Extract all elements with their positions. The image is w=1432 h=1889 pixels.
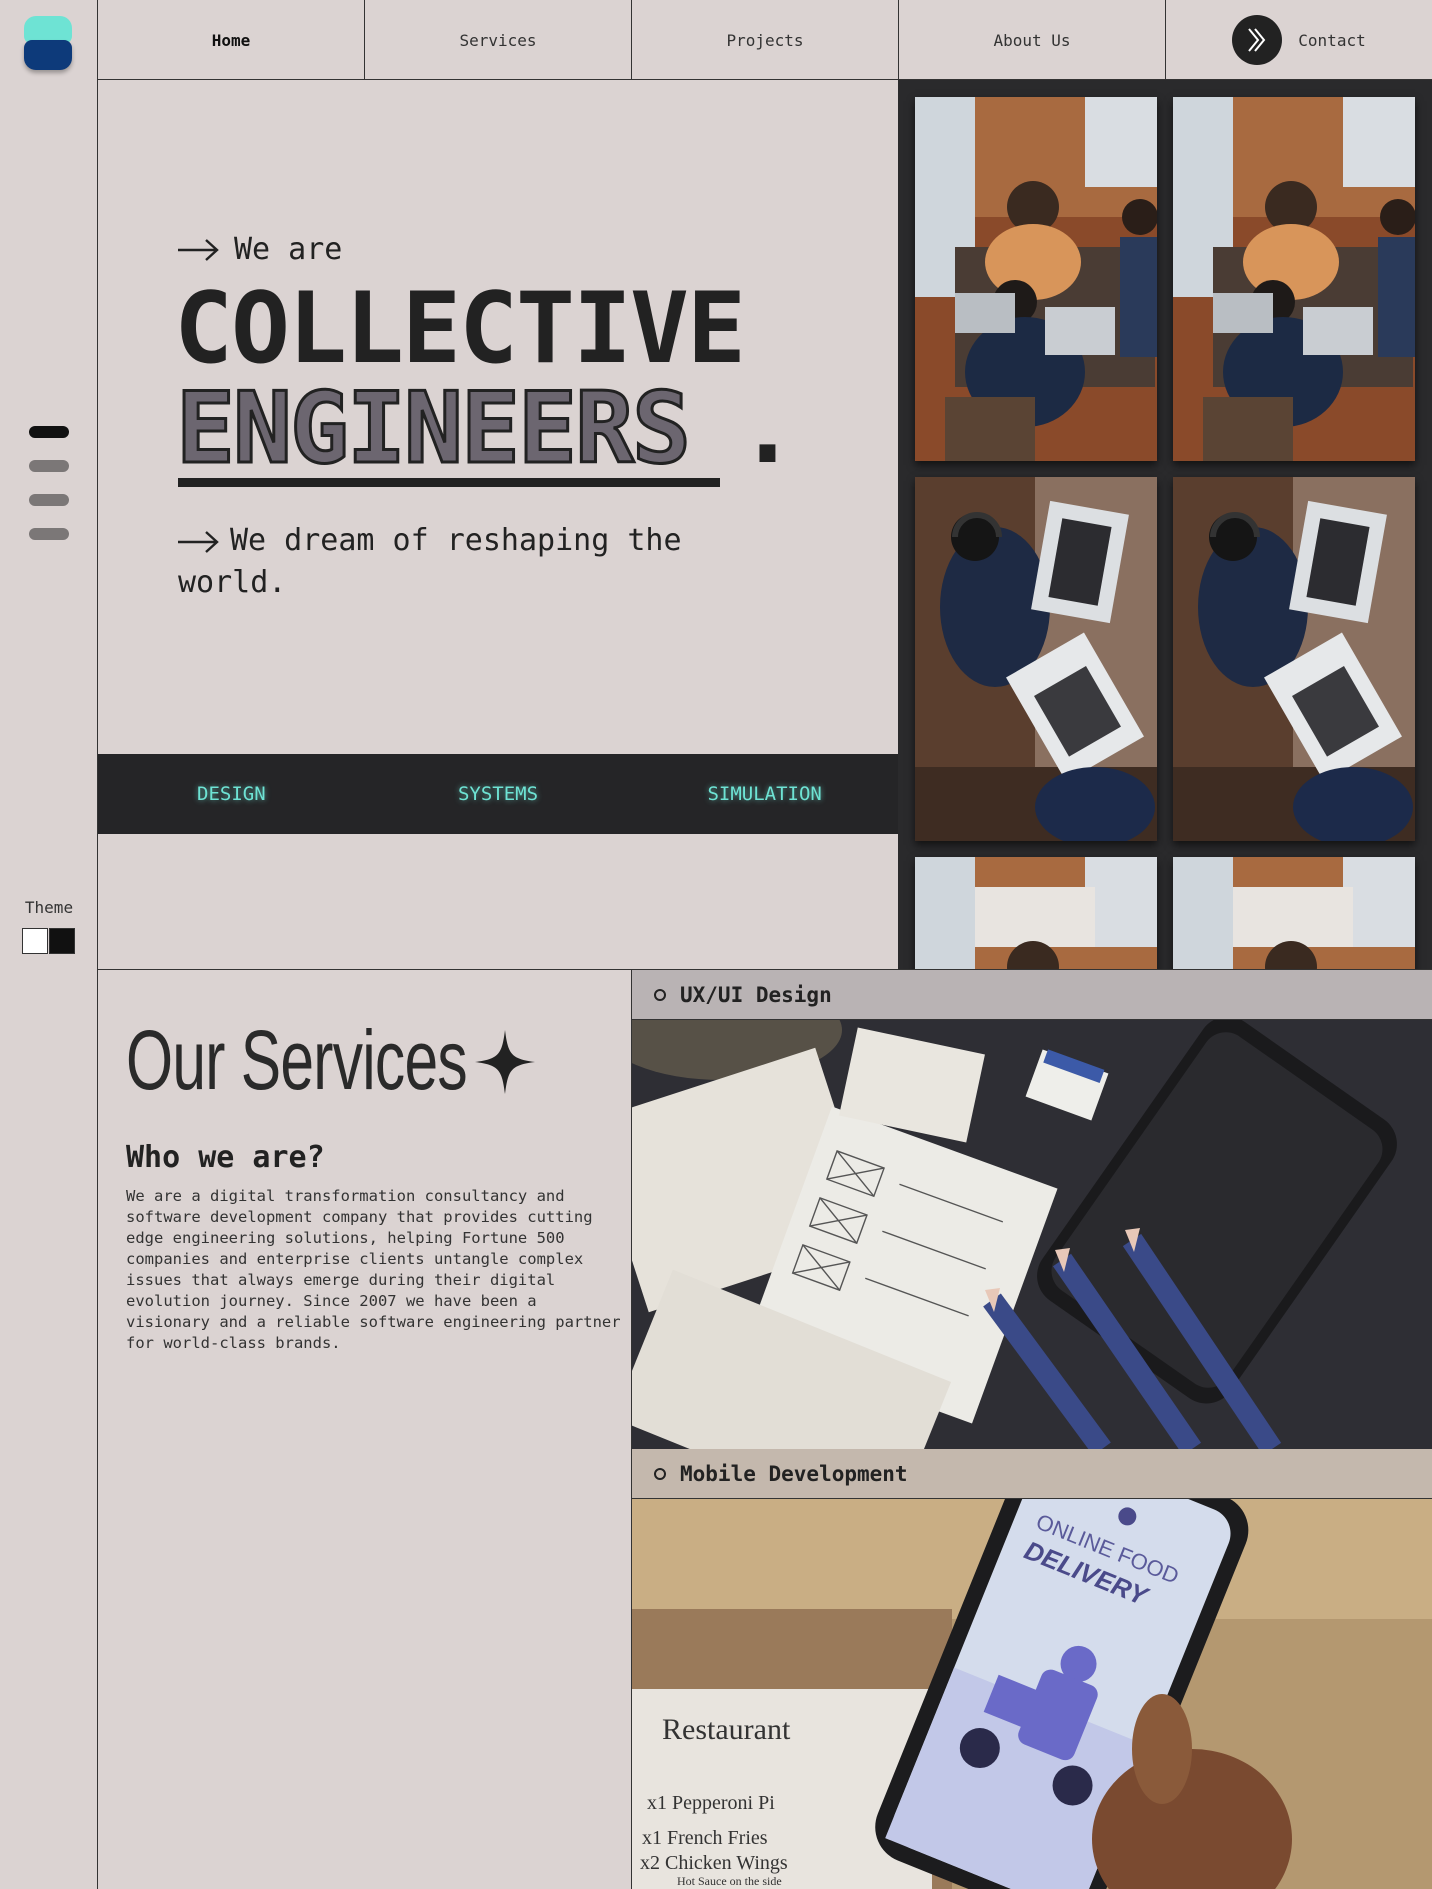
contact-chevron-icon: [1232, 15, 1283, 65]
receipt-line-2: x1 French Fries: [642, 1827, 768, 1849]
nav-projects-label: Projects: [726, 30, 804, 50]
service-card-uxui-image: [632, 1020, 1432, 1449]
headline-dot: .: [738, 372, 798, 486]
pager-dot-3[interactable]: [29, 494, 69, 506]
nav-contact-label: Contact: [1298, 30, 1366, 50]
brand-logo[interactable]: [24, 16, 74, 71]
who-we-are-body: We are a digital transformation consulta…: [126, 1187, 621, 1352]
receipt-restaurant: Restaurant: [662, 1713, 791, 1746]
theme-dark-swatch[interactable]: [49, 928, 75, 954]
receipt-line-1: x1 Pepperoni Pi: [647, 1792, 775, 1814]
nav-services-label: Services: [459, 30, 537, 50]
theme-light-swatch[interactable]: [22, 928, 48, 954]
service-card-uxui-label: UX/UI Design: [680, 982, 832, 1007]
theme-label: Theme: [24, 898, 74, 917]
nav-projects[interactable]: Projects: [632, 0, 899, 80]
ribbon-design: DESIGN: [197, 783, 266, 805]
gallery-photo-laptops-1: [915, 477, 1157, 841]
arrow-right-icon: [178, 238, 219, 261]
ribbon-systems: SYSTEMS: [457, 783, 539, 805]
nav-services[interactable]: Services: [365, 0, 632, 80]
left-rail: Theme: [0, 0, 98, 1889]
top-nav: Home Services Projects About Us Contact: [98, 0, 1432, 80]
who-we-are-title: Who we are?: [126, 1140, 325, 1175]
sparkle-icon: [475, 1030, 535, 1094]
receipt-line-4: Hot Sauce on the side: [677, 1874, 782, 1888]
gallery-photo-team-2: [1173, 97, 1415, 461]
pager-dot-2[interactable]: [29, 460, 69, 472]
service-card-mobile-image: Restaurant x1 Pepperoni Pi x1 French Fri…: [632, 1499, 1432, 1889]
photo-gallery: [898, 80, 1432, 969]
gallery-photo-laptops-2: [1173, 477, 1415, 841]
hero-section: We are COLLECTIVE ENGINEERS . We dream o…: [98, 80, 898, 754]
receipt-line-3: x2 Chicken Wings: [640, 1852, 788, 1874]
service-card-mobile-label: Mobile Development: [680, 1461, 908, 1486]
gallery-photo-team-1: [915, 97, 1157, 461]
nav-about-label: About Us: [993, 30, 1071, 50]
nav-home-label: Home: [211, 30, 251, 50]
capabilities-ribbon: DESIGN SYSTEMS SIMULATION: [98, 754, 898, 834]
bullet-ring-icon: [654, 1467, 666, 1480]
hero-intro-text: We are: [234, 232, 343, 267]
hero-tagline-text: We dream of reshaping the world.: [178, 523, 682, 600]
gallery-photo-team-4: [1173, 857, 1415, 969]
service-card-uxui-header[interactable]: UX/UI Design: [632, 970, 1432, 1020]
nav-contact[interactable]: Contact: [1166, 0, 1432, 80]
bullet-ring-icon: [654, 988, 666, 1001]
arrow-right-icon: [178, 530, 219, 553]
hero-tagline: We dream of reshaping the world.: [178, 520, 738, 604]
gallery-photo-team-3: [915, 857, 1157, 969]
pager-dot-4[interactable]: [29, 528, 69, 540]
headline-underline: [178, 478, 720, 487]
logo-bottom-shape: [24, 40, 72, 70]
ribbon-simulation: SIMULATION: [707, 783, 822, 805]
headline-collective: COLLECTIVE: [174, 272, 746, 386]
headline-engineers: ENGINEERS: [174, 372, 692, 486]
pager-dot-1[interactable]: [29, 426, 69, 438]
nav-home[interactable]: Home: [98, 0, 365, 80]
section-pager: [29, 426, 69, 562]
hero-intro: We are: [178, 232, 342, 267]
service-card-mobile-header[interactable]: Mobile Development: [632, 1449, 1432, 1499]
services-title: Our Services: [126, 1013, 468, 1107]
nav-about-us[interactable]: About Us: [899, 0, 1166, 80]
